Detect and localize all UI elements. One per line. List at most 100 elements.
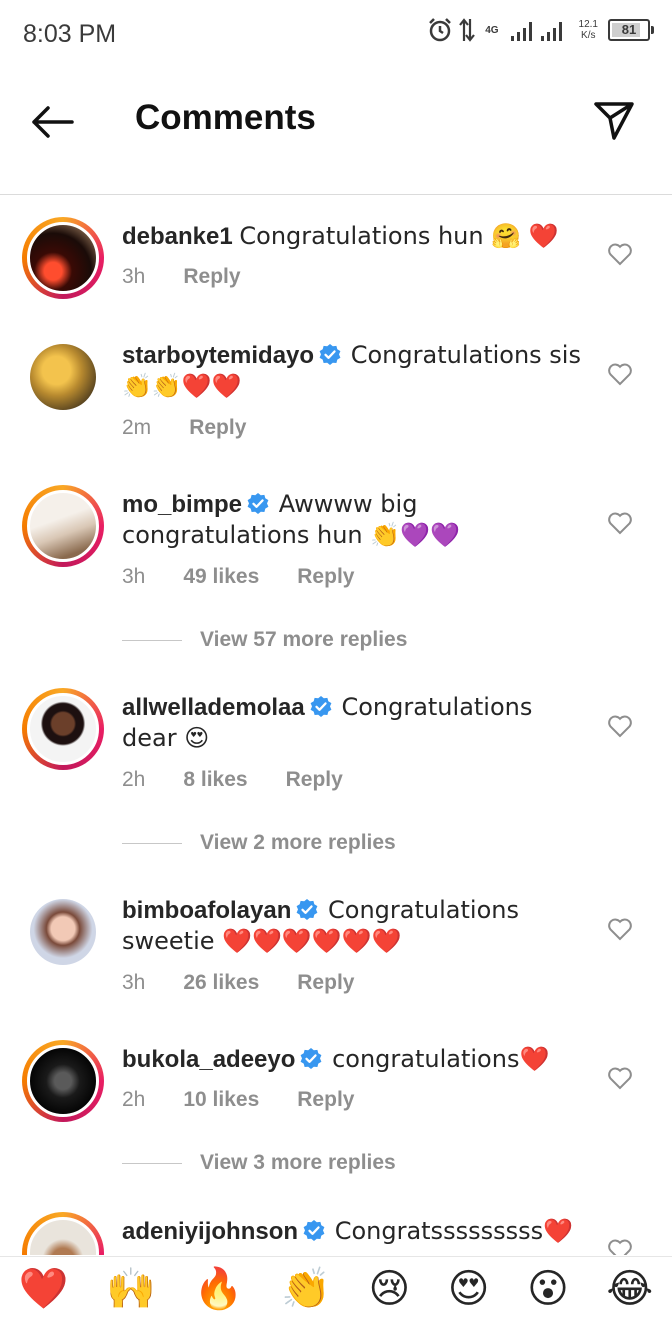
comment-time: 2h (122, 768, 146, 791)
comment-text: debanke1 Congratulations hun 🤗 ❤️ (122, 221, 592, 252)
avatar-story-ring[interactable] (22, 485, 104, 567)
verified-badge-icon (296, 899, 318, 920)
reply-button[interactable]: Reply (189, 416, 246, 440)
comment-username[interactable]: starboytemidayo (122, 342, 314, 369)
comment-username[interactable]: debanke1 (122, 223, 233, 250)
comment-meta: 3h 49 likes Reply (122, 565, 354, 589)
comment-text: adeniyijohnson Congratsssssssss❤️ (122, 1216, 592, 1247)
likes-count[interactable]: 26 likes (183, 971, 259, 995)
battery-level: 81 (621, 22, 637, 37)
comment-meta: 2m Reply (122, 416, 246, 440)
avatar (27, 693, 99, 765)
reply-button[interactable]: Reply (183, 265, 240, 289)
comment-time: 3h (122, 265, 146, 288)
verified-badge-icon (247, 493, 269, 514)
alarm-icon (429, 18, 452, 42)
avatar-story-ring[interactable] (22, 1212, 104, 1255)
comment-username[interactable]: adeniyijohnson (122, 1218, 298, 1245)
comment-message: Congratsssssssss❤️ (334, 1217, 573, 1245)
comment-list[interactable]: debanke1 Congratulations hun 🤗 ❤️ 3h Rep… (0, 195, 672, 1255)
heart-outline-icon[interactable] (607, 242, 633, 266)
comment-meta: 2h 8 likes Reply (122, 768, 343, 792)
emoji-crying-button[interactable]: 😢 (368, 1261, 410, 1317)
heart-outline-icon[interactable] (607, 1238, 633, 1255)
view-replies-label[interactable]: View 3 more replies (200, 1151, 396, 1175)
network-speed: 12.1 K/s (579, 19, 598, 41)
reply-button[interactable]: Reply (286, 768, 343, 792)
avatar (30, 899, 96, 965)
avatar (27, 1217, 99, 1255)
status-bar: 8:03 PM 4G 12.1 K/s 81 (0, 0, 672, 70)
avatar-story-ring[interactable] (22, 336, 104, 418)
page-title: Comments (135, 98, 316, 137)
comment-text: mo_bimpe Awwww big congratulations hun 👏… (122, 489, 592, 551)
avatar-story-ring[interactable] (22, 688, 104, 770)
emoji-heart-button[interactable]: ❤️ (19, 1261, 69, 1317)
avatar-story-ring[interactable] (22, 217, 104, 299)
emoji-quick-bar: ❤️ 🙌 🔥 👏 😢 😍 😮 😂 (0, 1256, 672, 1321)
heart-outline-icon[interactable] (607, 714, 633, 738)
verified-badge-icon (310, 696, 332, 717)
network-type-label: 4G (485, 24, 499, 36)
comment-username[interactable]: bimboafolayan (122, 897, 291, 924)
avatar (30, 344, 96, 410)
verified-badge-icon (301, 1048, 322, 1069)
view-replies-button[interactable]: View 3 more replies (122, 1151, 396, 1175)
comment-text: bimboafolayan Congratulations sweetie ❤️… (122, 895, 592, 957)
speed-value: 12.1 (578, 19, 598, 30)
avatar (27, 490, 99, 562)
comment-time: 2m (122, 416, 152, 439)
comment-meta: 3h Reply (122, 265, 241, 289)
reply-button[interactable]: Reply (297, 565, 354, 589)
likes-count[interactable]: 8 likes (183, 768, 247, 792)
heart-outline-icon[interactable] (607, 1066, 633, 1090)
comment-username[interactable]: mo_bimpe (122, 491, 242, 518)
emoji-surprised-button[interactable]: 😮 (527, 1261, 569, 1317)
paper-plane-icon[interactable] (592, 98, 636, 142)
view-replies-label[interactable]: View 2 more replies (200, 831, 396, 855)
heart-outline-icon[interactable] (607, 511, 633, 535)
avatar-story-ring[interactable] (22, 1040, 104, 1122)
comment-time: 3h (122, 971, 146, 994)
reply-button[interactable]: Reply (297, 971, 354, 995)
signal-icon (510, 22, 562, 41)
emoji-fire-button[interactable]: 🔥 (194, 1261, 244, 1317)
network-type: 4G (485, 25, 498, 36)
view-replies-button[interactable]: View 57 more replies (122, 628, 407, 652)
comment-text: allwellademolaa Congratulations dear 😍 (122, 692, 592, 754)
avatar (27, 1045, 99, 1117)
emoji-raised-hands-button[interactable]: 🙌 (106, 1261, 156, 1317)
likes-count[interactable]: 49 likes (183, 565, 259, 589)
view-replies-button[interactable]: View 2 more replies (122, 831, 396, 855)
data-transfer-icon (459, 18, 476, 42)
verified-badge-icon (319, 344, 341, 365)
battery-icon: 81 (608, 19, 654, 41)
heart-outline-icon[interactable] (607, 917, 633, 941)
emoji-clap-button[interactable]: 👏 (281, 1261, 331, 1317)
view-replies-label[interactable]: View 57 more replies (200, 628, 407, 652)
comment-meta: 3h 26 likes Reply (122, 971, 354, 995)
reply-button[interactable]: Reply (297, 1088, 354, 1112)
comments-header: Comments (0, 70, 672, 195)
replies-divider (122, 639, 182, 641)
status-time: 8:03 PM (23, 20, 117, 48)
comment-meta: 2h 10 likes Reply (122, 1088, 354, 1112)
heart-outline-icon[interactable] (607, 362, 633, 386)
comment-username[interactable]: allwellademolaa (122, 694, 305, 721)
back-arrow-icon[interactable] (28, 102, 78, 142)
replies-divider (122, 842, 182, 844)
comment-message: Congratulations hun 🤗 ❤️ (239, 222, 559, 250)
comment-time: 2h (122, 1088, 146, 1111)
avatar (27, 222, 99, 294)
verified-badge-icon (303, 1220, 325, 1241)
avatar-story-ring[interactable] (22, 891, 104, 973)
comment-text: starboytemidayo Congratulations sis 👏👏❤️… (122, 340, 592, 402)
comment-message: congratulations❤️ (332, 1045, 550, 1073)
speed-unit: K/s (581, 30, 596, 41)
emoji-laughing-button[interactable]: 😂 (606, 1261, 653, 1317)
comment-time: 3h (122, 565, 146, 588)
likes-count[interactable]: 10 likes (183, 1088, 259, 1112)
comment-username[interactable]: bukola_adeeyo (122, 1046, 295, 1073)
emoji-heart-eyes-button[interactable]: 😍 (448, 1261, 490, 1317)
comment-text: bukola_adeeyo congratulations❤️ (122, 1044, 592, 1075)
